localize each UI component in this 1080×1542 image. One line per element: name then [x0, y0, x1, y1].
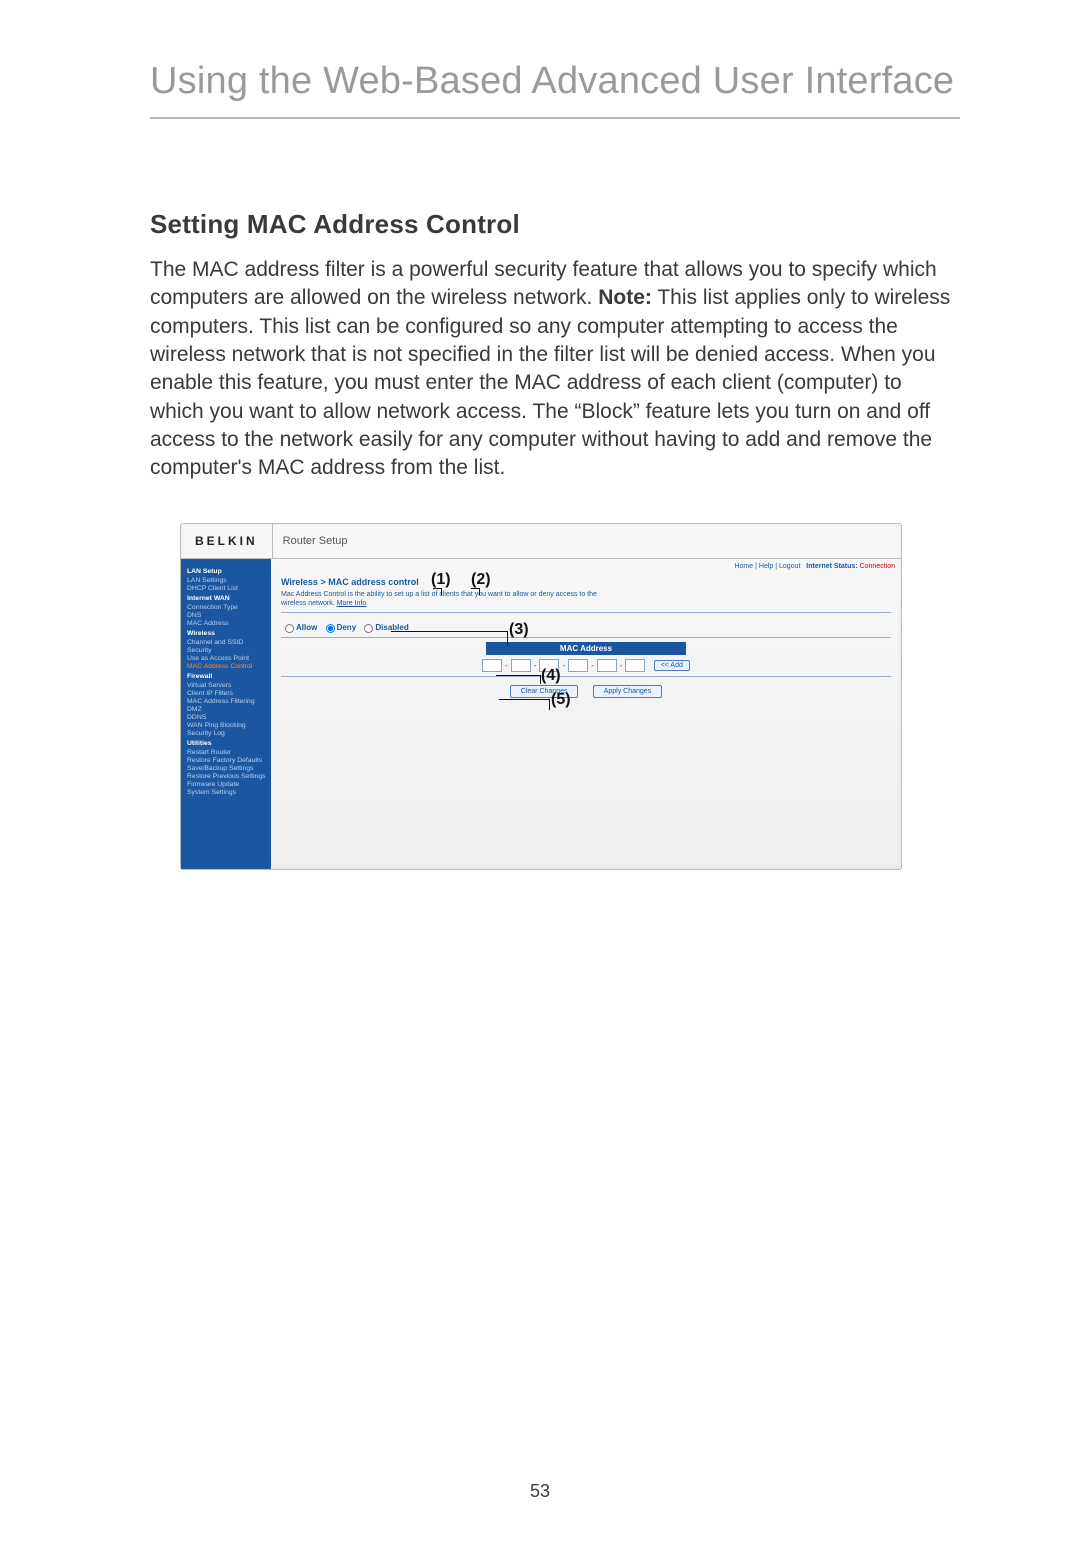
sidebar-item-mac-control[interactable]: MAC Address Control: [187, 663, 265, 670]
status-label: Internet Status:: [806, 563, 857, 570]
callout-3: (3): [509, 621, 529, 639]
divider: [281, 612, 891, 613]
sidebar-item[interactable]: DMZ: [187, 706, 265, 713]
sidebar-item[interactable]: MAC Address: [187, 620, 265, 627]
body-rest: This list applies only to wireless compu…: [150, 286, 950, 479]
link-help[interactable]: Help: [759, 563, 773, 570]
mode-radio-group: Allow Deny Disabled: [285, 623, 891, 633]
mac-address-row: - - - - - << Add: [281, 659, 891, 672]
sidebar-group-firewall: Firewall: [187, 673, 265, 680]
mac-octet-input[interactable]: [568, 659, 588, 672]
dash-icon: -: [562, 661, 565, 670]
document-page: Using the Web-Based Advanced User Interf…: [0, 0, 1080, 1542]
radio-allow-input[interactable]: [285, 624, 294, 633]
leader-line: [433, 588, 442, 595]
sidebar-item[interactable]: Connection Type: [187, 604, 265, 611]
sidebar-item[interactable]: Channel and SSID: [187, 639, 265, 646]
leader-line: [471, 588, 480, 595]
page-number: 53: [530, 1481, 550, 1502]
callout-1: (1): [431, 571, 451, 589]
sidebar-item[interactable]: Virtual Servers: [187, 682, 265, 689]
ui-description: Mac Address Control is the ability to se…: [281, 591, 621, 609]
radio-allow-label: Allow: [296, 623, 317, 632]
sidebar-item[interactable]: DHCP Client List: [187, 585, 265, 592]
sidebar-item[interactable]: Use as Access Point: [187, 655, 265, 662]
breadcrumb: Wireless > MAC address control: [281, 577, 891, 587]
mac-octet-input[interactable]: [482, 659, 502, 672]
router-ui-screenshot: BELKIN Router Setup LAN Setup LAN Settin…: [180, 523, 902, 870]
more-info-link[interactable]: More Info: [337, 600, 367, 607]
belkin-logo: BELKIN: [181, 524, 273, 558]
sidebar-group-utilities: Utilities: [187, 740, 265, 747]
sidebar-item[interactable]: Security: [187, 647, 265, 654]
sidebar-item[interactable]: Save/Backup Settings: [187, 765, 265, 772]
sidebar-item[interactable]: Firmware Update: [187, 781, 265, 788]
callout-5: (5): [551, 691, 571, 709]
sidebar-item[interactable]: LAN Settings: [187, 577, 265, 584]
sidebar-item[interactable]: Restore Factory Defaults: [187, 757, 265, 764]
page-title: Using the Web-Based Advanced User Interf…: [150, 60, 960, 119]
radio-allow[interactable]: Allow: [285, 623, 317, 632]
action-bar: Clear Changes Apply Changes: [281, 685, 891, 698]
dash-icon: -: [620, 661, 623, 670]
sidebar-group-wireless: Wireless: [187, 630, 265, 637]
ui-top-links: Home | Help | Logout Internet Status: Co…: [734, 563, 895, 570]
mac-octet-input[interactable]: [511, 659, 531, 672]
divider: [281, 676, 891, 677]
mac-address-header: MAC Address: [486, 642, 686, 655]
sidebar-item[interactable]: Client IP Filters: [187, 690, 265, 697]
divider: [281, 637, 891, 638]
body-note-label: Note:: [598, 286, 652, 309]
ui-header: BELKIN Router Setup: [181, 524, 901, 559]
leader-line: [496, 675, 541, 684]
dash-icon: -: [505, 661, 508, 670]
sidebar-item[interactable]: System Settings: [187, 789, 265, 796]
add-button[interactable]: << Add: [654, 660, 690, 671]
sidebar-item[interactable]: DDNS: [187, 714, 265, 721]
radio-deny-label: Deny: [337, 623, 357, 632]
radio-deny-input[interactable]: [326, 624, 335, 633]
radio-deny[interactable]: Deny: [326, 623, 357, 632]
link-logout[interactable]: Logout: [779, 563, 800, 570]
sidebar-item[interactable]: Restart Router: [187, 749, 265, 756]
callout-2: (2): [471, 571, 491, 589]
apply-changes-button[interactable]: Apply Changes: [593, 685, 662, 698]
dash-icon: -: [534, 661, 537, 670]
sidebar-item[interactable]: MAC Address Filtering: [187, 698, 265, 705]
leader-line: [391, 631, 508, 646]
status-value: Connection: [860, 563, 895, 570]
sidebar-item[interactable]: Restore Previous Settings: [187, 773, 265, 780]
mac-octet-input[interactable]: [625, 659, 645, 672]
body-text: The MAC address filter is a powerful sec…: [150, 256, 960, 483]
link-home[interactable]: Home: [734, 563, 753, 570]
sidebar-item[interactable]: DNS: [187, 612, 265, 619]
sidebar-group-lan: LAN Setup: [187, 568, 265, 575]
ui-main: Home | Help | Logout Internet Status: Co…: [271, 559, 901, 869]
mac-octet-input[interactable]: [597, 659, 617, 672]
sidebar: LAN Setup LAN Settings DHCP Client List …: [181, 559, 271, 869]
section-title: Setting MAC Address Control: [150, 209, 960, 240]
sidebar-item[interactable]: Security Log: [187, 730, 265, 737]
sidebar-item[interactable]: WAN Ping Blocking: [187, 722, 265, 729]
leader-line: [499, 699, 550, 710]
callout-4: (4): [541, 667, 561, 685]
ui-brand: Router Setup: [273, 535, 348, 547]
dash-icon: -: [591, 661, 594, 670]
ui-body: LAN Setup LAN Settings DHCP Client List …: [181, 559, 901, 869]
sidebar-group-wan: Internet WAN: [187, 595, 265, 602]
radio-disabled-input[interactable]: [364, 624, 373, 633]
